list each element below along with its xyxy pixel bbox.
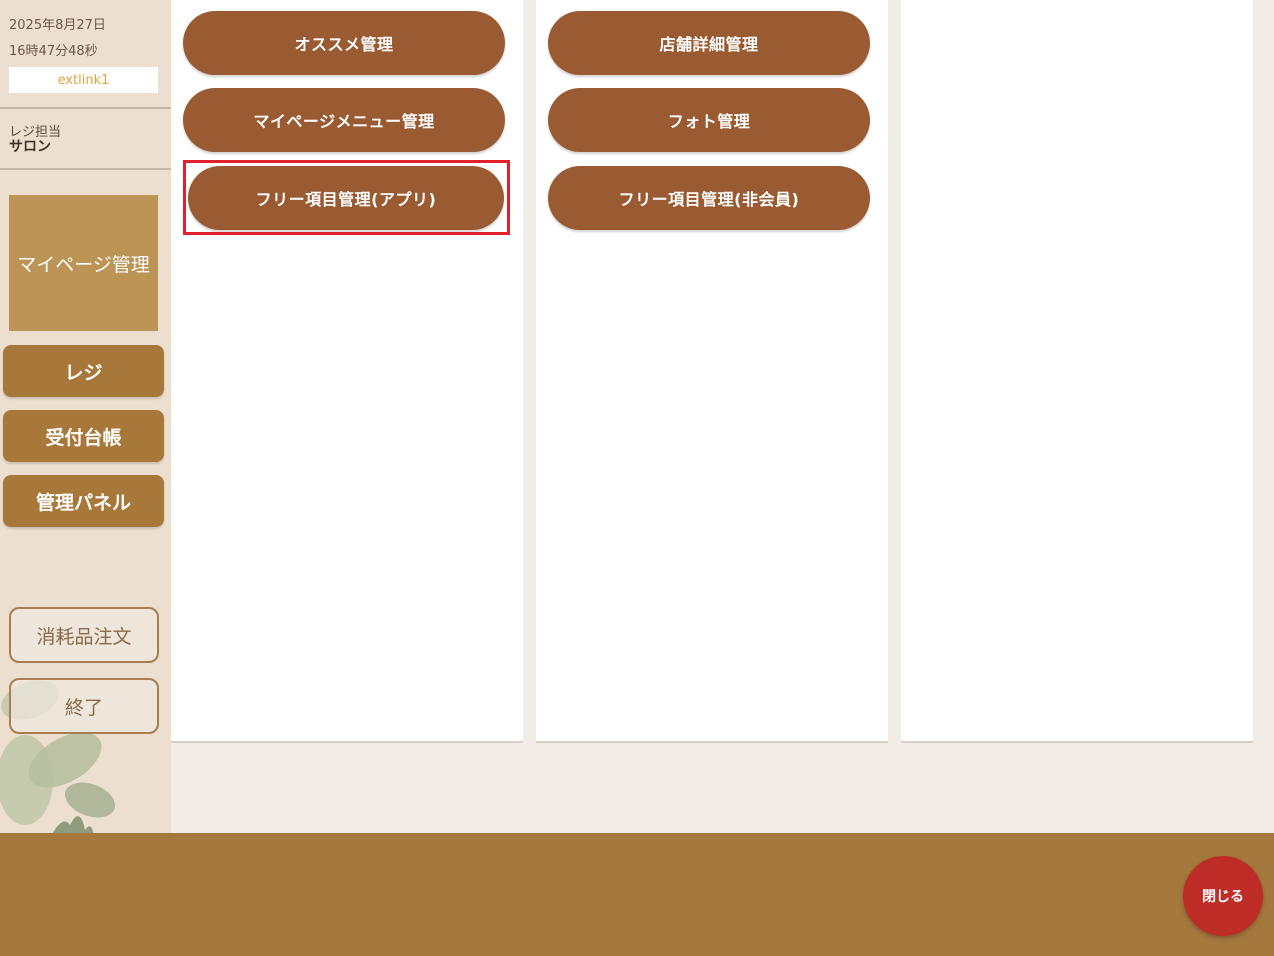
divider [0, 107, 171, 109]
staff-name: サロン [9, 139, 51, 155]
store-detail-manage-button[interactable]: 店舗詳細管理 [548, 11, 870, 75]
exit-button[interactable]: 終了 [9, 678, 159, 734]
sidebar: 2025年8月27日 16時47分48秒 extlink1 レジ担当 サロン マ… [0, 0, 171, 833]
close-button[interactable]: 閉じる [1183, 856, 1263, 936]
menu-panel-2: 店舗詳細管理 フォト管理 フリー項目管理(非会員) [536, 0, 888, 743]
free-item-app-manage-button[interactable]: フリー項目管理(アプリ) [188, 166, 504, 230]
footer-bar [0, 833, 1274, 956]
extlink-button[interactable]: extlink1 [9, 67, 158, 93]
photo-manage-button[interactable]: フォト管理 [548, 88, 870, 152]
nav-admin-panel-button[interactable]: 管理パネル [3, 475, 164, 527]
current-time: 16時47分48秒 [9, 44, 98, 59]
current-date: 2025年8月27日 [9, 18, 106, 33]
nav-register-button[interactable]: レジ [3, 345, 164, 397]
supplies-order-button[interactable]: 消耗品注文 [9, 607, 159, 663]
menu-panel-1: オススメ管理 マイページメニュー管理 フリー項目管理(アプリ) [171, 0, 523, 743]
free-item-nonmember-manage-button[interactable]: フリー項目管理(非会員) [548, 166, 870, 230]
nav-reception-book-button[interactable]: 受付台帳 [3, 410, 164, 462]
current-section-tile[interactable]: マイページ管理 [9, 195, 158, 331]
recommend-manage-button[interactable]: オススメ管理 [183, 11, 505, 75]
mypage-menu-manage-button[interactable]: マイページメニュー管理 [183, 88, 505, 152]
menu-panel-3 [901, 0, 1253, 743]
divider [0, 168, 171, 170]
